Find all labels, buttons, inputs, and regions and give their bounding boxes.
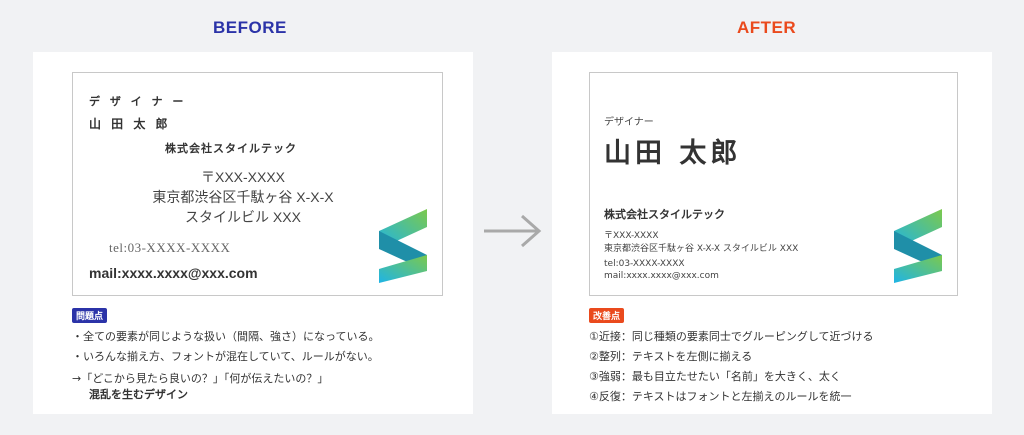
- after-heading: AFTER: [737, 18, 797, 37]
- company-logo: [379, 209, 427, 283]
- problem-note: ・全ての要素が同じような扱い（間隔、強さ）になっている。: [72, 330, 380, 343]
- card-name: 山田 太郎: [604, 138, 742, 169]
- improvement-point: ②整列：テキストを左側に揃える: [589, 350, 753, 363]
- before-heading: BEFORE: [213, 18, 287, 37]
- card-address: 東京都渋谷区千駄ヶ谷 X-X-X スタイルビル XXX: [604, 244, 799, 254]
- card-job-title: デ ザ イ ナ ー: [89, 95, 187, 108]
- card-address: 〒XXX-XXXX 東京都渋谷区千駄ヶ谷 X-X-X スタイルビル XXX: [133, 167, 353, 227]
- before-panel: デ ザ イ ナ ー 山 田 太 郎 株式会社スタイルテック 〒XXX-XXXX …: [33, 52, 473, 414]
- after-panel: デザイナー 山田 太郎 株式会社スタイルテック 〒XXX-XXXX 東京都渋谷区…: [552, 52, 992, 414]
- card-job-title: デザイナー: [604, 117, 654, 128]
- card-company: 株式会社スタイルテック: [604, 208, 725, 221]
- card-postal-code: 〒XXX-XXXX: [604, 231, 659, 241]
- after-business-card: デザイナー 山田 太郎 株式会社スタイルテック 〒XXX-XXXX 東京都渋谷区…: [589, 72, 958, 296]
- improvement-point: ④反復：テキストはフォントと左揃えのルールを統一: [589, 390, 852, 403]
- card-postal-code: 〒XXX-XXXX: [200, 169, 286, 185]
- improvement-badge: 改善点: [589, 308, 625, 323]
- card-company: 株式会社スタイルテック: [165, 142, 297, 155]
- problem-conclusion: →「どこから見たら良いの？」「何が伝えたいの？」: [72, 372, 329, 385]
- card-address-line: 東京都渋谷区千駄ヶ谷 X-X-X: [152, 189, 334, 205]
- problem-badge: 問題点: [72, 308, 108, 323]
- card-mail: mail:xxxx.xxxx@xxx.com: [89, 265, 258, 281]
- card-tel: tel:03-XXXX-XXXX: [604, 259, 685, 269]
- improvement-point: ③強弱：最も目立たせたい「名前」を大きく、太く: [589, 370, 841, 383]
- card-name: 山 田 太 郎: [89, 117, 171, 131]
- improvement-point: ①近接：同じ種類の要素同士でグルーピングして近づける: [589, 330, 874, 343]
- problem-summary: 混乱を生むデザイン: [89, 388, 188, 401]
- problem-note: ・いろんな揃え方、フォントが混在していて、ルールがない。: [72, 350, 379, 363]
- card-mail: mail:xxxx.xxxx@xxx.com: [604, 271, 719, 281]
- before-business-card: デ ザ イ ナ ー 山 田 太 郎 株式会社スタイルテック 〒XXX-XXXX …: [72, 72, 443, 296]
- card-building: スタイルビル XXX: [185, 209, 301, 225]
- arrow-right-icon: [484, 214, 542, 248]
- card-tel: tel:03-XXXX-XXXX: [109, 240, 231, 255]
- company-logo: [894, 209, 942, 283]
